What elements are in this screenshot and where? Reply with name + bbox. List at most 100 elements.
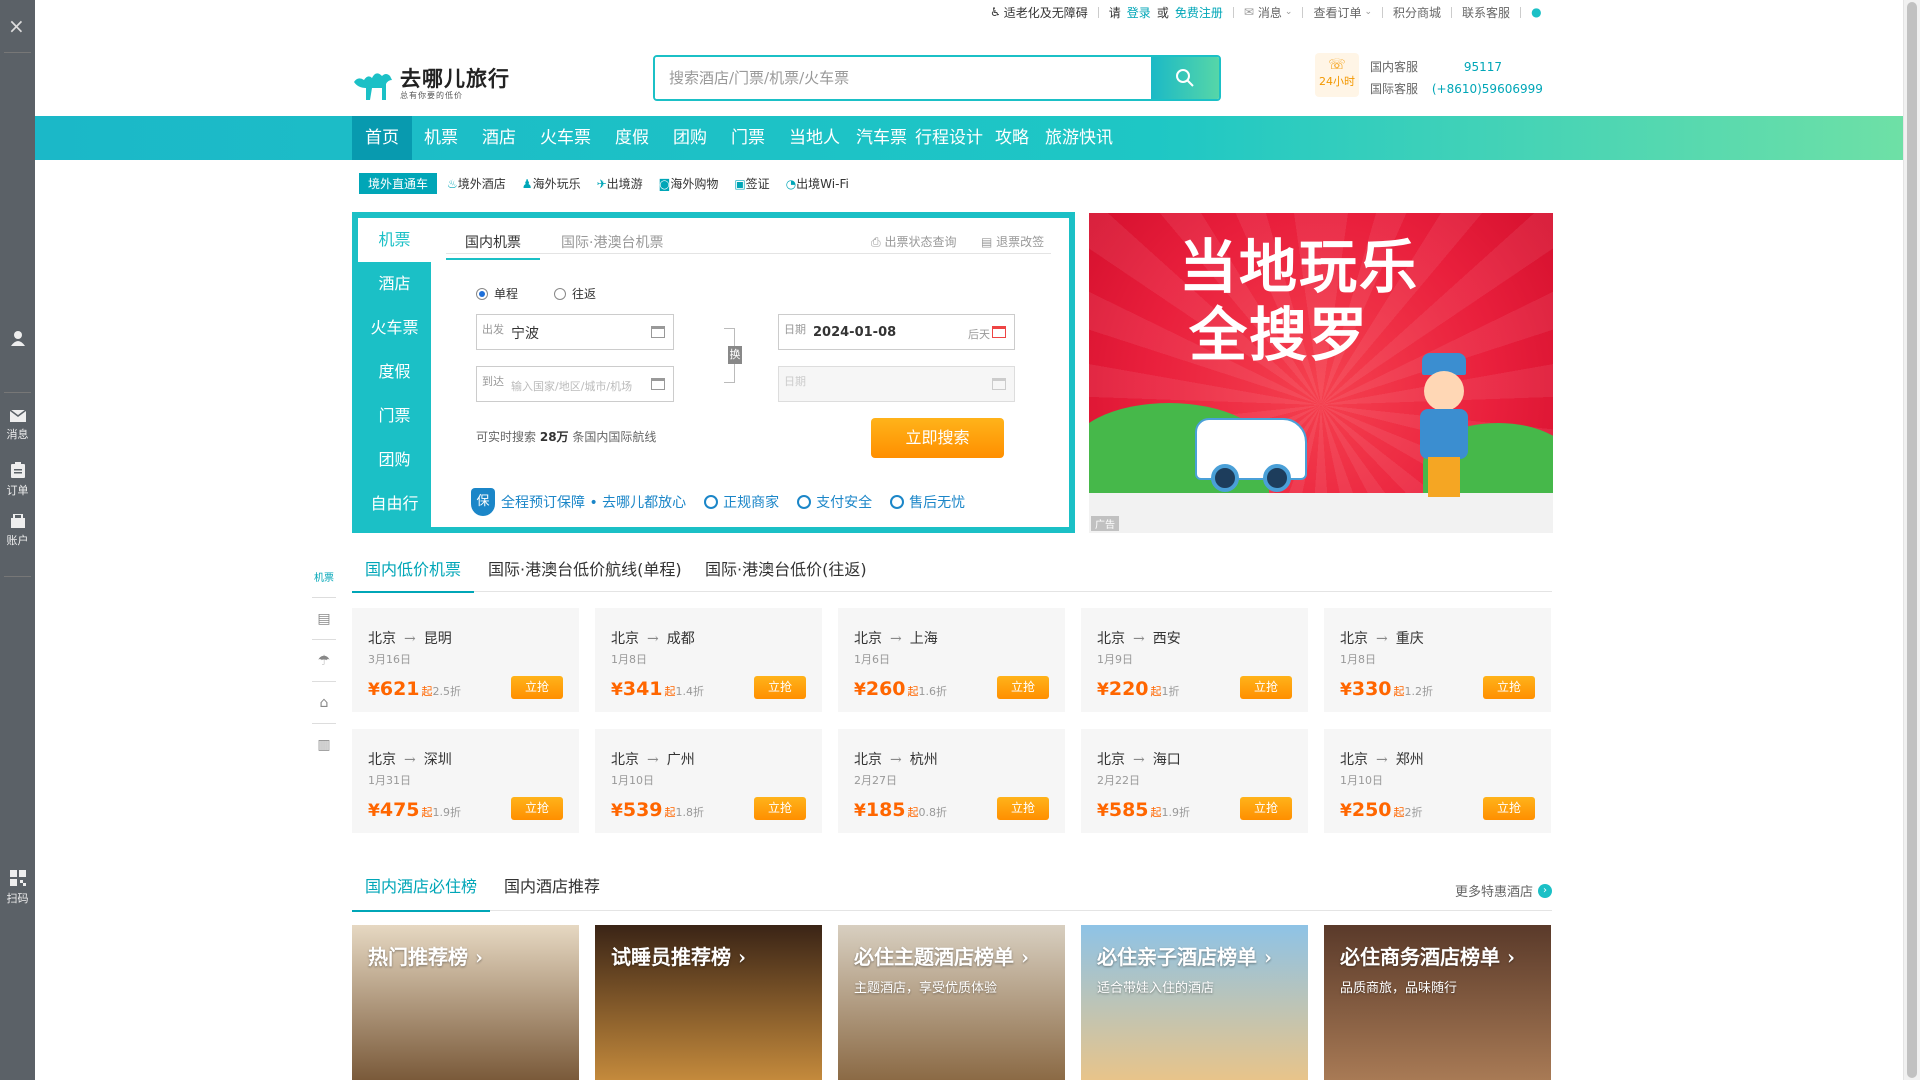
more-hotels-link[interactable]: 更多特惠酒店 ›	[1455, 881, 1552, 900]
ticket-floor-icon[interactable]: ⌂	[312, 682, 336, 724]
floor-nav-flights[interactable]: 机票	[312, 556, 336, 598]
user-button[interactable]	[0, 330, 35, 350]
subnav-outbound[interactable]: ✈出境游	[597, 175, 643, 192]
tab-tickets[interactable]: 门票	[358, 394, 431, 438]
oneway-radio[interactable]: 单程	[476, 285, 518, 302]
nav-bus[interactable]: 汽车票	[852, 116, 911, 160]
scrollbar-thumb[interactable]	[1907, 2, 1917, 1078]
grab-button[interactable]: 立抢	[997, 676, 1049, 699]
grab-button[interactable]: 立抢	[754, 797, 806, 820]
tab-hotel-recommend[interactable]: 国内酒店推荐	[504, 873, 600, 897]
qrcode-button[interactable]: 扫码	[0, 870, 35, 906]
flight-deal-card[interactable]: 北京 → 杭州 2月27日 ¥185 起0.8折 立抢	[838, 729, 1065, 833]
search-button[interactable]	[1151, 57, 1219, 99]
search-input[interactable]	[655, 57, 1151, 99]
hotel-ranking-card[interactable]: 必住主题酒店榜单 › 主题酒店，享受优质体验	[838, 925, 1065, 1080]
nav-guides[interactable]: 攻略	[987, 116, 1037, 160]
nav-trains[interactable]: 火车票	[528, 116, 603, 160]
refund-link[interactable]: ▤ 退票改签	[981, 233, 1044, 250]
tab-intl-roundtrip-deals[interactable]: 国际·港澳台低价(往返)	[705, 556, 867, 580]
guide-floor-icon[interactable]: ▥	[312, 724, 336, 766]
messages-button[interactable]: 消息	[0, 408, 35, 442]
flight-deal-card[interactable]: 北京 → 海口 2月22日 ¥585 起1.9折 立抢	[1081, 729, 1308, 833]
radio-dot[interactable]	[476, 287, 488, 300]
support-link[interactable]: 联系客服	[1462, 4, 1510, 21]
subnav-wifi[interactable]: ◔出境Wi-Fi	[786, 175, 849, 192]
subnav-shopping[interactable]: ◙海外购物	[659, 175, 719, 192]
assure-legit[interactable]: 正规商家	[704, 492, 779, 512]
tab-flights[interactable]: 机票	[358, 218, 431, 262]
logo[interactable]: 去哪儿旅行 总有你要的低价	[352, 66, 510, 102]
accessibility-link[interactable]: 适老化及无障碍	[1004, 4, 1088, 21]
close-icon[interactable]: ×	[8, 14, 25, 38]
nav-hotels[interactable]: 酒店	[470, 116, 528, 160]
arrival-placeholder: 输入国家/地区/城市/机场	[511, 380, 633, 393]
flight-deal-card[interactable]: 北京 → 上海 1月6日 ¥260 起1.6折 立抢	[838, 608, 1065, 712]
grab-button[interactable]: 立抢	[1240, 676, 1292, 699]
hotel-ranking-card[interactable]: 热门推荐榜 ›	[352, 925, 579, 1080]
grab-button[interactable]: 立抢	[511, 676, 563, 699]
hotel-ranking-card[interactable]: 试睡员推荐榜 ›	[595, 925, 822, 1080]
tab-hotels[interactable]: 酒店	[358, 262, 431, 306]
tab-domestic-flights[interactable]: 国内机票	[446, 232, 540, 260]
assure-aftersale[interactable]: 售后无忧	[890, 492, 965, 512]
hotel-floor-icon[interactable]: ▤	[312, 598, 336, 640]
tab-domestic-deals[interactable]: 国内低价机票	[352, 556, 475, 593]
radio-dot[interactable]	[554, 287, 566, 300]
grab-button[interactable]: 立抢	[754, 676, 806, 699]
hotel-ranking-card[interactable]: 必住商务酒店榜单 › 品质商旅，品味随行	[1324, 925, 1551, 1080]
account-button[interactable]: 账户	[0, 513, 35, 548]
page-scrollbar[interactable]	[1903, 0, 1920, 1080]
tab-vacation[interactable]: 度假	[358, 350, 431, 394]
flight-deal-card[interactable]: 北京 → 深圳 1月31日 ¥475 起1.9折 立抢	[352, 729, 579, 833]
nav-locals[interactable]: 当地人	[777, 116, 852, 160]
flight-deal-card[interactable]: 北京 → 成都 1月8日 ¥341 起1.4折 立抢	[595, 608, 822, 712]
subnav-overseas-hotels[interactable]: ♨境外酒店	[447, 175, 506, 192]
grab-button[interactable]: 立抢	[1483, 797, 1535, 820]
wechat-icon[interactable]: ●	[1531, 5, 1541, 19]
nav-flights[interactable]: 机票	[412, 116, 470, 160]
orders-link[interactable]: 查看订单	[1313, 4, 1361, 21]
tab-groupbuy[interactable]: 团购	[358, 438, 431, 482]
roundtrip-radio[interactable]: 往返	[554, 285, 596, 302]
tab-intl-flights[interactable]: 国际·港澳台机票	[561, 232, 663, 252]
flight-deal-card[interactable]: 北京 → 广州 1月10日 ¥539 起1.8折 立抢	[595, 729, 822, 833]
tab-trains[interactable]: 火车票	[358, 306, 431, 350]
tab-hotel-rankings[interactable]: 国内酒店必住榜	[352, 873, 491, 912]
assurance-text[interactable]: 全程预订保障 • 去哪儿都放心	[501, 492, 686, 512]
assure-payment[interactable]: 支付安全	[797, 492, 872, 512]
nav-vacation[interactable]: 度假	[603, 116, 661, 160]
subnav-visa[interactable]: ▣签证	[734, 175, 769, 192]
ticket-status-link[interactable]: ⎙ 出票状态查询	[871, 233, 956, 250]
grab-button[interactable]: 立抢	[511, 797, 563, 820]
grab-button[interactable]: 立抢	[997, 797, 1049, 820]
login-link[interactable]: 登录	[1127, 4, 1151, 21]
nav-tickets[interactable]: 门票	[719, 116, 777, 160]
flight-deal-card[interactable]: 北京 → 郑州 1月10日 ¥250 起2折 立抢	[1324, 729, 1551, 833]
return-date-field[interactable]: 日期	[778, 366, 1015, 402]
nav-itinerary[interactable]: 行程设计	[911, 116, 987, 160]
search-flights-button[interactable]: 立即搜索	[871, 418, 1004, 458]
flight-deal-card[interactable]: 北京 → 昆明 3月16日 ¥621 起2.5折 立抢	[352, 608, 579, 712]
grab-button[interactable]: 立抢	[1483, 676, 1535, 699]
beach-floor-icon[interactable]: ☂	[312, 640, 336, 682]
subnav-overseas-fun[interactable]: ♟海外玩乐	[522, 175, 581, 192]
flight-deal-card[interactable]: 北京 → 重庆 1月8日 ¥330 起1.2折 立抢	[1324, 608, 1551, 712]
orders-button[interactable]: 订单	[0, 462, 35, 498]
flight-deal-card[interactable]: 北京 → 西安 1月9日 ¥220 起1折 立抢	[1081, 608, 1308, 712]
nav-groupbuy[interactable]: 团购	[661, 116, 719, 160]
swap-cities[interactable]: 换	[724, 328, 742, 383]
grab-button[interactable]: 立抢	[1240, 797, 1292, 820]
date-field[interactable]: 日期 2024-01-08 后天	[778, 314, 1015, 350]
points-link[interactable]: 积分商城	[1393, 4, 1441, 21]
nav-home[interactable]: 首页	[352, 116, 412, 160]
messages-link[interactable]: 消息	[1258, 4, 1282, 21]
tab-freetravel[interactable]: 自由行	[358, 482, 431, 526]
tab-intl-oneway-deals[interactable]: 国际·港澳台低价航线(单程)	[488, 556, 682, 580]
arrival-field[interactable]: 到达 输入国家/地区/城市/机场	[476, 366, 674, 402]
nav-news[interactable]: 旅游快讯	[1037, 116, 1121, 160]
ad-banner[interactable]: 当地玩乐 全搜罗 广告	[1089, 213, 1553, 533]
hotel-ranking-card[interactable]: 必住亲子酒店榜单 › 适合带娃入住的酒店	[1081, 925, 1308, 1080]
register-link[interactable]: 免费注册	[1175, 4, 1223, 21]
departure-field[interactable]: 出发 宁波	[476, 314, 674, 350]
